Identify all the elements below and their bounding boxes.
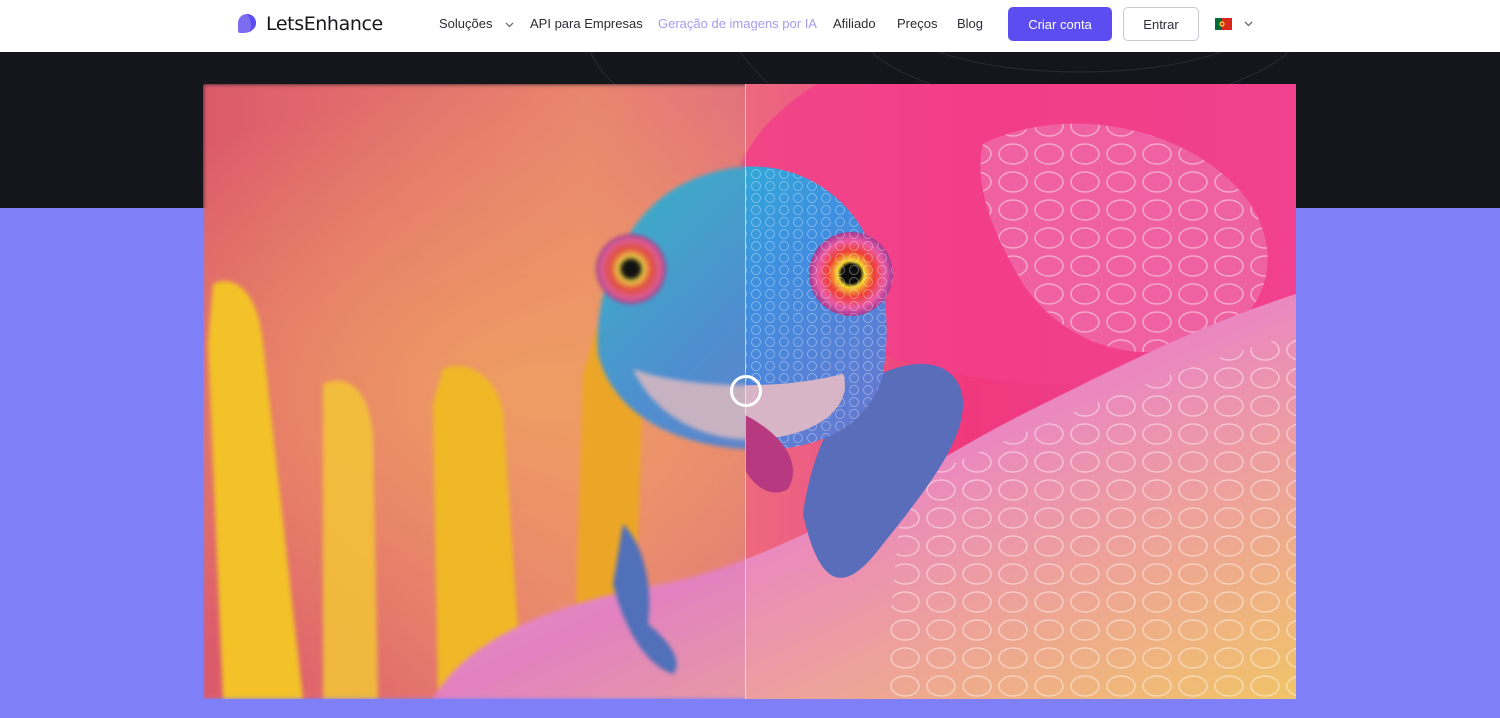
nav-pricing-link[interactable]: Preços: [897, 16, 937, 32]
language-selector[interactable]: [1215, 16, 1253, 32]
before-after-comparison[interactable]: [203, 84, 1296, 699]
login-button[interactable]: Entrar: [1123, 7, 1199, 41]
nav-solutions-dropdown[interactable]: Soluções: [439, 16, 514, 32]
nav-blog-link[interactable]: Blog: [957, 16, 983, 32]
portugal-flag-icon: [1215, 18, 1232, 30]
chevron-down-icon: [1244, 21, 1253, 27]
brand-name: LetsEnhance: [266, 13, 383, 35]
comparison-slider-handle[interactable]: [730, 375, 762, 407]
letsenhance-logo[interactable]: LetsEnhance: [236, 12, 383, 36]
top-navbar: LetsEnhance Soluções API para Empresas G…: [0, 0, 1500, 52]
signup-button[interactable]: Criar conta: [1008, 7, 1112, 41]
before-image-pane: [203, 84, 745, 699]
nav-api-link[interactable]: API para Empresas: [530, 16, 643, 32]
logo-icon: [238, 14, 256, 33]
nav-solutions-label: Soluções: [439, 16, 493, 31]
sharp-chameleon-image: [745, 84, 1296, 699]
blurred-chameleon-image: [203, 84, 745, 699]
after-image-pane: [745, 84, 1296, 699]
nav-affiliate-link[interactable]: Afiliado: [833, 16, 876, 32]
nav-ai-generation-link[interactable]: Geração de imagens por IA: [658, 16, 817, 32]
chevron-down-icon: [505, 22, 514, 27]
